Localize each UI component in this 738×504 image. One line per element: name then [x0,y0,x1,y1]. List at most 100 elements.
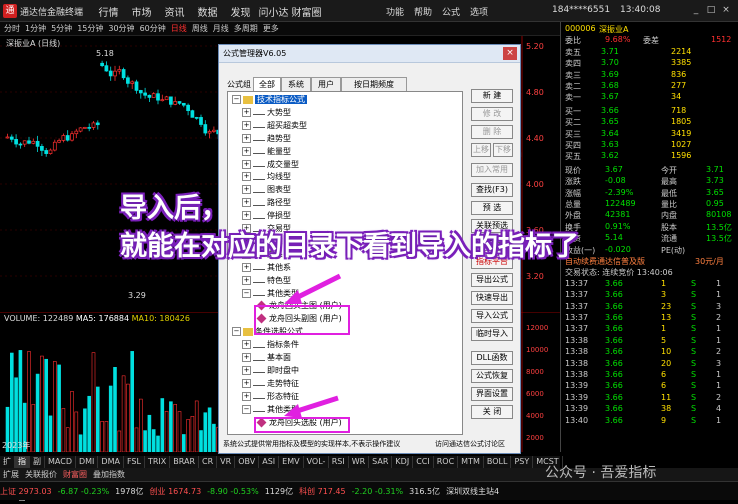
menu-item[interactable]: 数据 [191,4,224,19]
indicator-tab[interactable]: CR [199,456,218,468]
tree-node[interactable]: + 即时盘中 [242,365,299,377]
expand-icon[interactable]: + [242,275,251,285]
close-icon[interactable]: × [720,4,732,16]
expand-icon[interactable]: + [242,340,251,350]
expand-icon[interactable]: + [242,365,251,375]
tree-node[interactable]: + 大势型 [242,107,291,119]
maximize-icon[interactable]: □ [705,4,717,16]
tree-node[interactable]: + 均线型 [242,171,291,183]
dialog-button[interactable]: 下移 [493,143,513,157]
dialog-button[interactable]: DLL函数 [471,351,513,365]
indicator-tab[interactable]: 副图 [30,456,45,478]
period-item[interactable]: 5分钟 [51,23,72,34]
period-item[interactable]: 多周期 [234,23,258,34]
menu-item[interactable]: 资讯 [158,4,191,19]
menu-item[interactable]: 行情 [92,4,125,19]
indicator-tab[interactable]: KDJ [392,456,414,468]
indicator-tab[interactable]: ASI [259,456,280,468]
menu-item[interactable]: 帮助 [414,5,432,18]
collapse-icon[interactable]: − [232,327,241,337]
indicator-tab[interactable]: BOLL [484,456,512,468]
tree-node[interactable]: + 停损型 [242,210,291,222]
period-item[interactable]: 分时 [4,23,20,34]
dialog-close-icon[interactable]: × [503,47,517,60]
collapse-icon[interactable]: − [232,95,241,104]
tree-node[interactable]: − 技术指标公式 [232,94,307,106]
tree-node[interactable]: + 路径型 [242,197,291,209]
indicator-tab[interactable]: RSI [329,456,349,468]
indicator-tab[interactable]: EMV [279,456,304,468]
expand-icon[interactable]: + [242,353,251,362]
indicator-tab[interactable]: VOL-TDX [304,456,329,478]
period-item[interactable]: 60分钟 [140,23,166,34]
expand-icon[interactable]: + [242,211,251,221]
indicator-tab[interactable]: ROC [434,456,459,468]
indicator-tab[interactable]: 扩展 [0,456,15,478]
bottom-tab[interactable]: 关联报价 [22,469,60,480]
period-item[interactable]: 日线 [171,23,187,34]
menu-item[interactable]: 选项 [470,5,488,18]
indicator-tab[interactable]: FSL [124,456,145,468]
period-item[interactable]: 月线 [213,23,229,34]
expand-icon[interactable]: + [242,185,251,195]
indicator-tab[interactable]: VR [217,456,236,468]
tree-node[interactable]: + 走势特征 [242,378,299,390]
dialog-tab[interactable]: 按日期频度 [341,77,407,91]
menu-item[interactable]: 市场 [125,4,158,19]
dialog-tab[interactable]: 用户 [311,77,341,91]
minimize-icon[interactable]: _ [690,4,702,16]
bottom-tab[interactable]: 扩展 [0,469,22,480]
dialog-button[interactable]: 新 建 [471,89,513,103]
tree-node[interactable]: + 能量型 [242,146,291,158]
indicator-tab[interactable]: 指标平台 [15,456,30,502]
tree-node[interactable]: + 成交量型 [242,159,299,171]
dialog-tab[interactable]: 系统 [281,77,311,91]
expand-icon[interactable]: + [242,378,251,388]
expand-icon[interactable]: + [242,198,251,208]
period-item[interactable]: 15分钟 [77,23,103,34]
dialog-button[interactable]: 导出公式 [471,273,513,287]
dialog-button[interactable]: 导入公式 [471,309,513,323]
dialog-button[interactable]: 界面设置 [471,387,513,401]
indicator-tab[interactable]: SAR [369,456,393,468]
expand-icon[interactable]: + [242,120,251,130]
dialog-button[interactable]: 预 选 [471,201,513,215]
tree-node[interactable]: + 基本面 [242,352,291,364]
period-item[interactable]: 30分钟 [108,23,134,34]
menu-item[interactable]: 发现 [224,4,257,19]
expand-icon[interactable]: + [242,391,251,401]
expand-icon[interactable]: + [242,159,251,169]
indicator-tab[interactable]: DMI [76,456,99,468]
indicator-tab[interactable]: DMA [98,456,124,468]
expand-icon[interactable]: + [242,107,251,117]
menu-item[interactable]: 问小达 [257,4,290,19]
expand-icon[interactable]: + [242,262,251,272]
forum-link[interactable]: 访问通达信公式讨论区 [435,439,505,449]
dialog-button[interactable]: 公式恢复 [471,369,513,383]
dialog-button[interactable]: 查找(F3) [471,183,513,197]
menu-item[interactable]: 财富圈 [290,4,323,19]
period-item[interactable]: 1分钟 [25,23,46,34]
expand-icon[interactable]: + [242,133,251,143]
dialog-button[interactable]: 关 闭 [471,405,513,419]
dialog-button[interactable]: 上移 [471,143,491,157]
tree-node[interactable]: + 指标条件 [242,339,299,351]
dialog-button[interactable]: 删 除 [471,125,513,139]
indicator-tab[interactable]: MACD [45,456,76,468]
indicator-tab[interactable]: MTM [458,456,484,468]
indicator-tab[interactable]: TRIX [145,456,171,468]
indicator-tab[interactable]: BRAR [170,456,200,468]
indicator-tab[interactable]: CCI [413,456,434,468]
bottom-tab[interactable]: 叠加指数 [90,469,128,480]
dialog-tab[interactable]: 全部 [253,77,281,91]
expand-icon[interactable]: + [242,146,251,156]
expand-icon[interactable]: + [242,172,251,182]
account-label[interactable]: 184****6551 [552,5,610,15]
tree-node[interactable]: + 超买超卖型 [242,120,307,132]
period-item[interactable]: 更多 [263,23,279,34]
bottom-tab[interactable]: 财富圈 [60,469,90,480]
dialog-button[interactable]: 加入常用 [471,163,513,177]
formula-tree[interactable]: − 技术指标公式 + 大势型 + 超买超卖型 + 趋势型 + 能量型 + 成交量型 + 均线型 + 图表型 + 路… [227,91,463,435]
dialog-button[interactable]: 临时导入 [471,327,513,341]
tree-node[interactable]: + 图表型 [242,184,291,196]
